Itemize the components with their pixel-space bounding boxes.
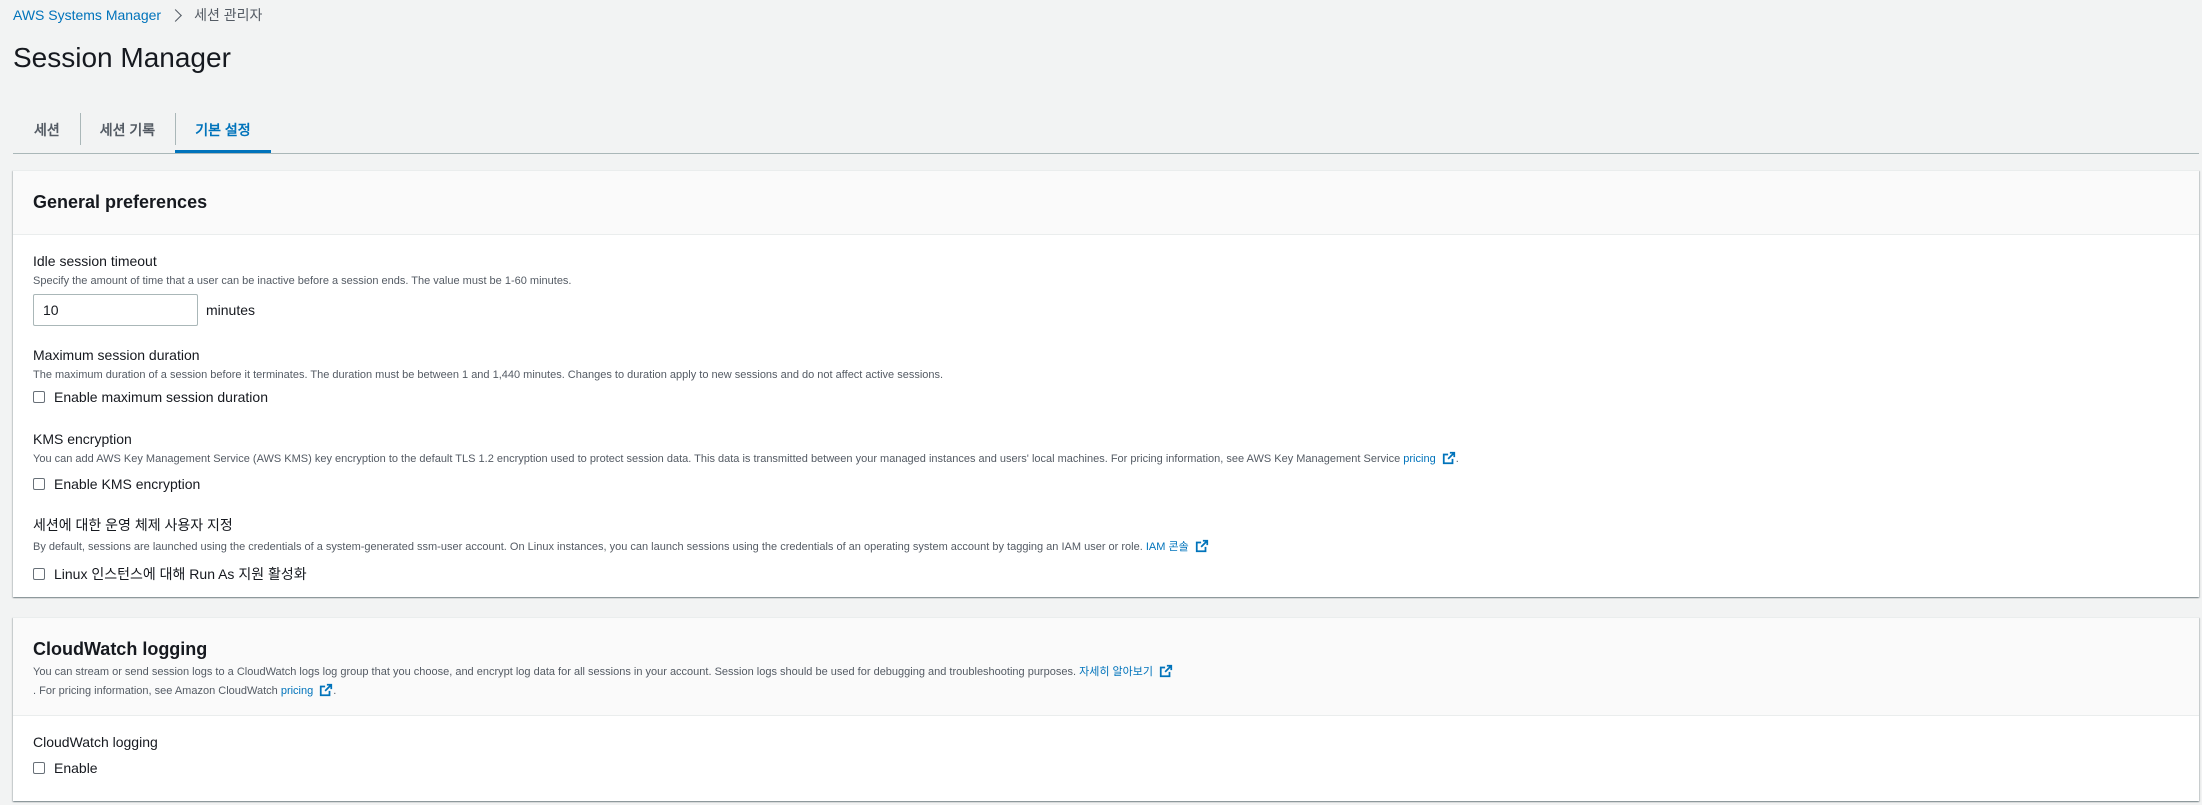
idle-timeout-field: Idle session timeout Specify the amount … <box>33 253 572 326</box>
kms-description-text: You can add AWS Key Management Service (… <box>33 453 1401 465</box>
breadcrumb-root-link[interactable]: AWS Systems Manager <box>13 7 161 23</box>
kms-encryption-field: KMS encryption You can add AWS Key Manag… <box>33 431 1459 492</box>
cloudwatch-logging-field: CloudWatch logging Enable <box>33 734 158 776</box>
max-duration-label: Maximum session duration <box>33 347 200 363</box>
kms-trailing: . <box>1455 453 1459 465</box>
cloudwatch-logging-panel: CloudWatch logging You can stream or sen… <box>13 617 2199 801</box>
run-as-description-text: By default, sessions are launched using … <box>33 541 1143 553</box>
kms-checkbox[interactable] <box>33 478 45 490</box>
cloudwatch-pricing-text: . For pricing information, see Amazon Cl… <box>33 685 278 697</box>
idle-timeout-input[interactable] <box>33 294 198 326</box>
tab-bar: 세션 세션 기록 기본 설정 <box>13 108 2199 154</box>
kms-checkbox-label: Enable KMS encryption <box>54 476 201 492</box>
max-duration-checkbox[interactable] <box>33 391 45 403</box>
idle-timeout-description: Specify the amount of time that a user c… <box>33 275 572 287</box>
idle-timeout-unit: minutes <box>206 302 256 318</box>
cloudwatch-checkbox-row[interactable]: Enable <box>33 760 158 776</box>
tab-sessions[interactable]: 세션 <box>13 108 80 151</box>
run-as-checkbox-row[interactable]: Linux 인스턴스에 대해 Run As 지원 활성화 <box>33 564 1209 584</box>
cloudwatch-description-line1: You can stream or send session logs to a… <box>33 664 2179 683</box>
chevron-right-icon <box>169 8 182 22</box>
cloudwatch-title: CloudWatch logging <box>33 639 208 659</box>
run-as-label: 세션에 대한 운영 체제 사용자 지정 <box>33 517 233 533</box>
run-as-description: By default, sessions are launched using … <box>33 539 1209 558</box>
external-link-icon <box>1195 539 1209 558</box>
cloudwatch-pricing-link[interactable]: pricing <box>281 685 313 697</box>
cloudwatch-trailing: . <box>333 685 337 697</box>
max-duration-field: Maximum session duration The maximum dur… <box>33 347 943 405</box>
run-as-checkbox[interactable] <box>33 568 45 580</box>
kms-pricing-link[interactable]: pricing <box>1403 453 1435 465</box>
idle-timeout-input-row: minutes <box>33 294 572 326</box>
general-preferences-header: General preferences <box>13 171 2199 235</box>
page-title: Session Manager <box>13 42 231 73</box>
external-link-icon <box>1442 451 1456 470</box>
breadcrumb: AWS Systems Manager 세션 관리자 <box>13 5 262 25</box>
cloudwatch-description: You can stream or send session logs to a… <box>33 664 2179 702</box>
external-link-icon <box>319 683 333 702</box>
cloudwatch-enable-checkbox[interactable] <box>33 762 45 774</box>
tab-preferences[interactable]: 기본 설정 <box>175 108 272 153</box>
cloudwatch-enable-label: Enable <box>54 760 98 776</box>
learn-more-link[interactable]: 자세히 알아보기 <box>1079 666 1153 678</box>
general-preferences-title: General preferences <box>33 192 208 212</box>
cloudwatch-description-line2: . For pricing information, see Amazon Cl… <box>33 683 2179 702</box>
external-link-icon <box>1159 664 1173 683</box>
run-as-field: 세션에 대한 운영 체제 사용자 지정 By default, sessions… <box>33 515 1209 584</box>
run-as-checkbox-label: Linux 인스턴스에 대해 Run As 지원 활성화 <box>54 566 307 582</box>
tab-session-history[interactable]: 세션 기록 <box>79 108 175 151</box>
kms-checkbox-row[interactable]: Enable KMS encryption <box>33 476 1459 492</box>
max-duration-checkbox-label: Enable maximum session duration <box>54 389 268 405</box>
max-duration-description: The maximum duration of a session before… <box>33 369 944 381</box>
kms-encryption-label: KMS encryption <box>33 431 132 447</box>
general-preferences-panel: General preferences Idle session timeout… <box>13 170 2199 597</box>
breadcrumb-current: 세션 관리자 <box>194 7 263 23</box>
cloudwatch-header: CloudWatch logging You can stream or sen… <box>13 618 2199 716</box>
iam-console-link[interactable]: IAM 콘솔 <box>1146 541 1189 553</box>
idle-timeout-label: Idle session timeout <box>33 253 157 269</box>
kms-encryption-description: You can add AWS Key Management Service (… <box>33 451 1459 470</box>
cloudwatch-description-text: You can stream or send session logs to a… <box>33 666 1077 678</box>
cloudwatch-logging-label: CloudWatch logging <box>33 734 158 750</box>
max-duration-checkbox-row[interactable]: Enable maximum session duration <box>33 389 943 405</box>
